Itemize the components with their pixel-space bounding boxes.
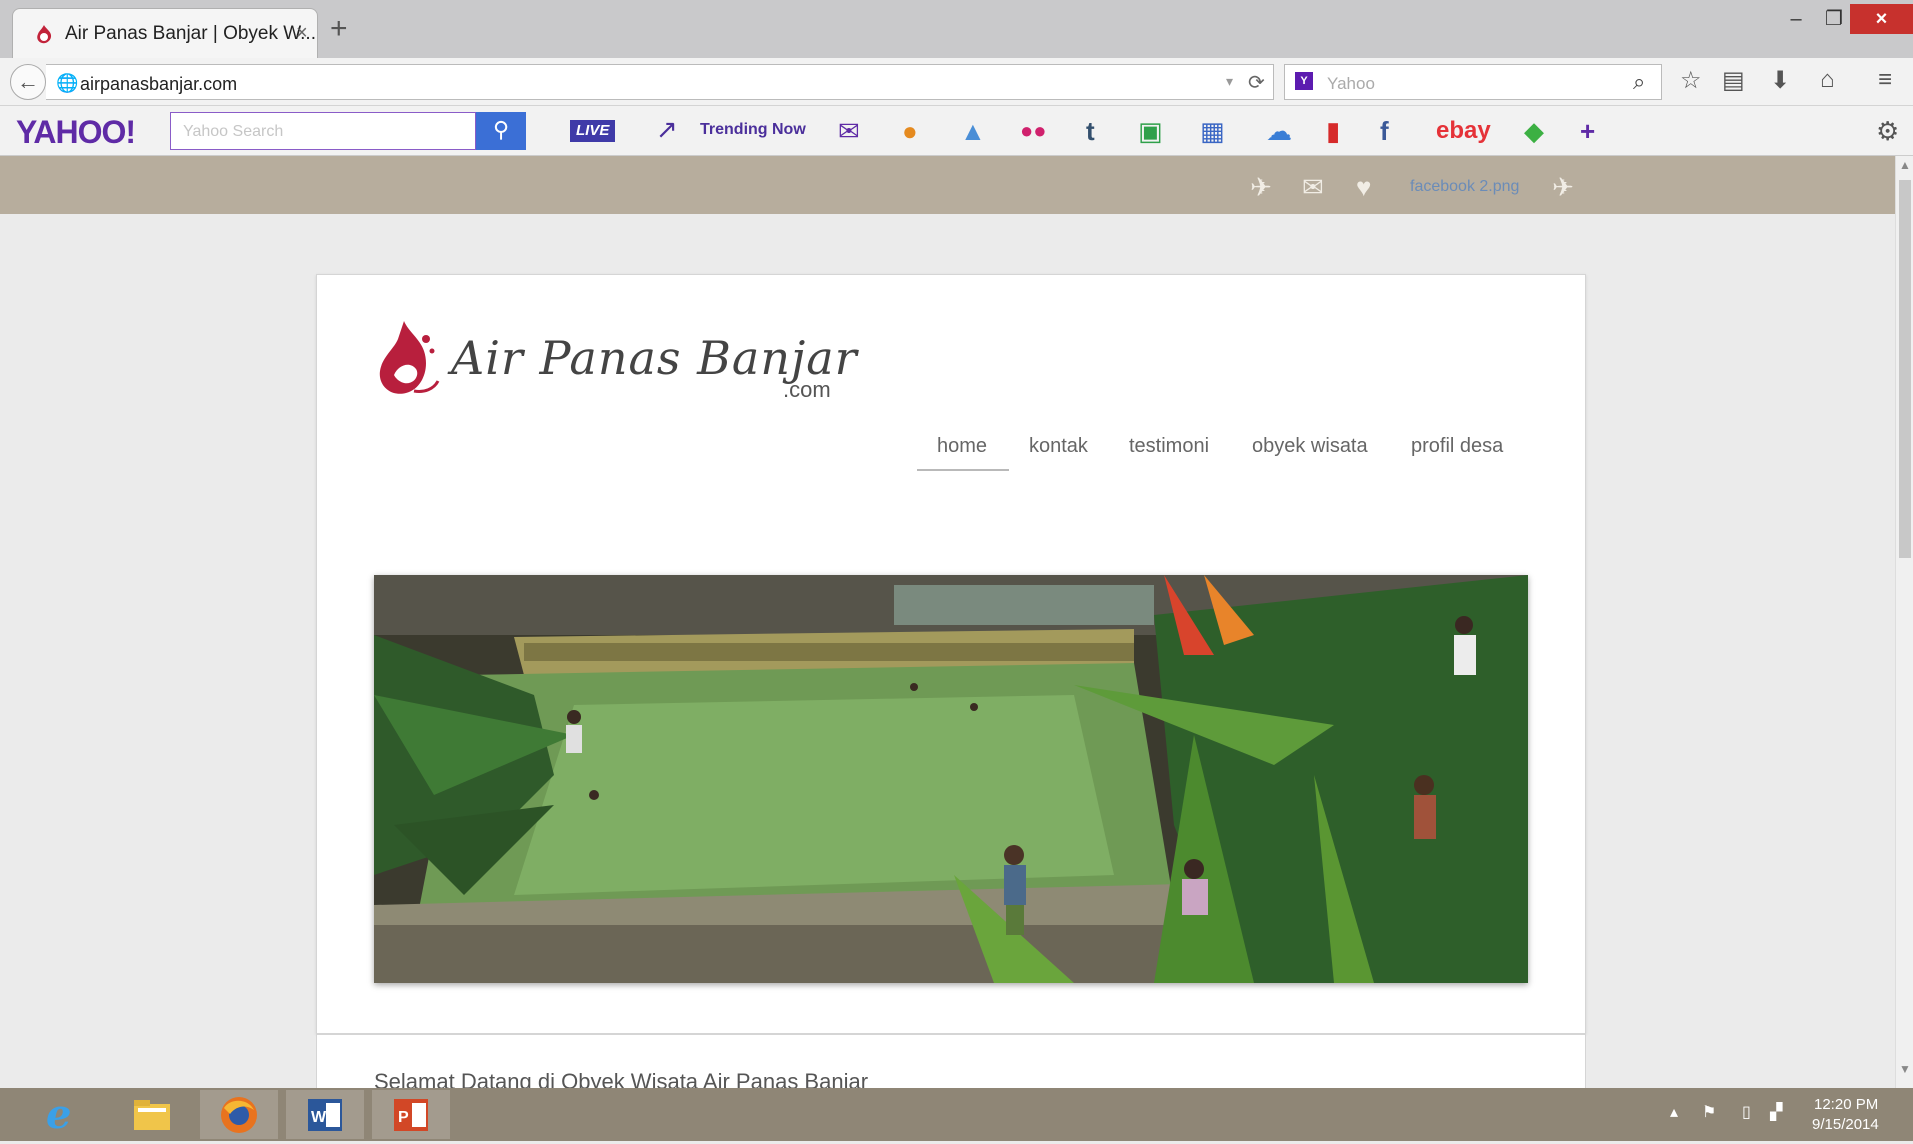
finance-icon[interactable]: ▲ [960, 116, 986, 146]
tab-title: Air Panas Banjar | Obyek W... [65, 23, 316, 44]
show-hidden-icons-icon[interactable]: ▴ [1670, 1102, 1678, 1122]
menu-item-testimoni[interactable]: testimoni [1129, 435, 1209, 458]
page-scrollbar[interactable]: ▲ ▼ [1895, 156, 1913, 1088]
ebay-label: ebay [1436, 117, 1491, 144]
powerpoint-icon[interactable]: P [372, 1090, 450, 1139]
downloads-icon[interactable]: ⬇ [1770, 66, 1790, 95]
scrollbar-thumb[interactable] [1899, 180, 1911, 558]
answers-icon[interactable]: ▣ [1138, 116, 1163, 146]
home-icon[interactable]: ⌂ [1820, 66, 1835, 94]
clock-date[interactable]: 9/15/2014 [1812, 1116, 1879, 1133]
site-top-banner: ✈ ✉ ♥ facebook 2.png ✈ [0, 156, 1895, 214]
tab-close-icon[interactable]: × [296, 22, 308, 45]
twitter-bird-icon[interactable]: ✈ [1552, 172, 1574, 203]
url-text[interactable]: airpanasbanjar.com [80, 74, 237, 95]
scroll-up-icon[interactable]: ▲ [1899, 158, 1911, 172]
browser-title-bar: Air Panas Banjar | Obyek W... × + – ❐ × [0, 0, 1913, 58]
menu-item-kontak[interactable]: kontak [1029, 435, 1088, 458]
scroll-down-icon[interactable]: ▼ [1899, 1062, 1911, 1076]
trending-now-button[interactable]: Trending Now [700, 121, 806, 139]
network-signal-icon[interactable]: ▞ [1770, 1102, 1782, 1122]
active-menu-underline [917, 469, 1009, 471]
welcome-section: Selamat Datang di Obyek Wisata Air Panas… [316, 1034, 1586, 1088]
page-viewport: Air Panas Banjar .com home kontak testim… [0, 214, 1895, 1088]
tumblr-icon[interactable]: t [1086, 116, 1095, 146]
hero-image [374, 575, 1528, 983]
twitter-bird-icon[interactable]: ✈ [1250, 172, 1272, 203]
add-button[interactable]: + [1580, 116, 1595, 146]
internet-explorer-icon[interactable]: e [22, 1090, 100, 1139]
site-identity-icon[interactable]: 🌐 [56, 73, 78, 94]
email-icon[interactable]: ✉ [1302, 172, 1324, 203]
news-icon[interactable]: ▦ [1200, 116, 1225, 146]
bookmarks-menu-icon[interactable]: ▤ [1722, 66, 1745, 95]
yahoo-search-input[interactable]: Yahoo Search [170, 112, 476, 150]
url-history-dropdown-icon[interactable]: ▾ [1226, 73, 1233, 90]
welcome-heading: Selamat Datang di Obyek Wisata Air Panas… [374, 1069, 869, 1088]
svg-text:e: e [46, 1091, 71, 1138]
settings-gear-icon[interactable]: ⚙ [1876, 116, 1899, 146]
flickr-icon[interactable]: ●● [1020, 116, 1047, 146]
browser-tab[interactable]: Air Panas Banjar | Obyek W... × [12, 8, 318, 58]
svg-text:W: W [311, 1109, 327, 1126]
search-engine-icon[interactable]: Y [1295, 72, 1313, 90]
site-favicon-icon [37, 25, 52, 44]
search-icon[interactable]: ⌕ [1633, 69, 1645, 95]
windows-taskbar: e W P ▴ ⚑ ▯ ▞ 12:20 PM 9/15/2014 [0, 1088, 1913, 1141]
broken-image-facebook[interactable]: facebook 2.png [1410, 178, 1519, 196]
clock-time[interactable]: 12:20 PM [1814, 1096, 1878, 1113]
menu-item-home[interactable]: home [937, 435, 987, 458]
like-icon[interactable]: ♥ [1356, 172, 1371, 203]
facebook-icon[interactable]: f [1380, 116, 1389, 146]
reload-icon[interactable]: ⟳ [1248, 70, 1265, 95]
weather-icon[interactable]: ☁ [1266, 116, 1292, 146]
mail-icon[interactable]: ✉ [838, 116, 860, 146]
yahoo-logo[interactable]: YAHOO! [16, 114, 136, 151]
action-center-flag-icon[interactable]: ⚑ [1702, 1102, 1716, 1122]
menu-item-obyek-wisata[interactable]: obyek wisata [1252, 435, 1368, 458]
search-engine-placeholder: Yahoo [1327, 74, 1375, 93]
battery-icon[interactable]: ▯ [1742, 1102, 1751, 1122]
yahoo-search-placeholder: Yahoo Search [183, 123, 284, 140]
search-icon: ⚲ [492, 117, 510, 142]
file-explorer-icon[interactable] [112, 1090, 190, 1139]
ebay-icon[interactable]: ebay [1436, 116, 1491, 146]
back-arrow-icon: ← [17, 69, 39, 94]
bookmark-star-icon[interactable]: ☆ [1680, 66, 1702, 95]
close-window-button[interactable]: × [1850, 4, 1913, 34]
svg-text:P: P [398, 1109, 409, 1126]
url-bar[interactable]: 🌐 airpanasbanjar.com ▾ ⟳ [46, 64, 1274, 100]
basketball-icon[interactable]: ● [902, 116, 918, 146]
trending-chart-icon[interactable]: ↗ [656, 114, 678, 145]
site-header-card: Air Panas Banjar .com home kontak testim… [316, 274, 1586, 1034]
hot-spring-pool-photo [374, 575, 1528, 983]
live-button[interactable]: LIVE [570, 120, 616, 142]
yahoo-search-button[interactable]: ⚲ [476, 112, 526, 150]
menu-item-profil-desa[interactable]: profil desa [1411, 435, 1503, 458]
bookmark-icon[interactable]: ▮ [1326, 116, 1340, 146]
new-tab-button[interactable]: + [330, 12, 348, 46]
yahoo-toolbar: YAHOO! Yahoo Search ⚲ LIVE ↗ Trending No… [0, 106, 1913, 156]
browser-search-bar[interactable]: Y Yahoo ⌕ [1284, 64, 1662, 100]
coupon-tag-icon[interactable]: ◆ [1524, 116, 1544, 146]
firefox-icon[interactable] [200, 1090, 278, 1139]
site-logo-suffix: .com [783, 377, 831, 402]
back-button[interactable]: ← [10, 64, 46, 100]
site-logo-icon[interactable] [374, 317, 444, 401]
menu-icon[interactable]: ≡ [1878, 66, 1892, 94]
word-icon[interactable]: W [286, 1090, 364, 1139]
navigation-bar: ← 🌐 airpanasbanjar.com ▾ ⟳ Y Yahoo ⌕ ☆ ▤… [0, 58, 1913, 106]
